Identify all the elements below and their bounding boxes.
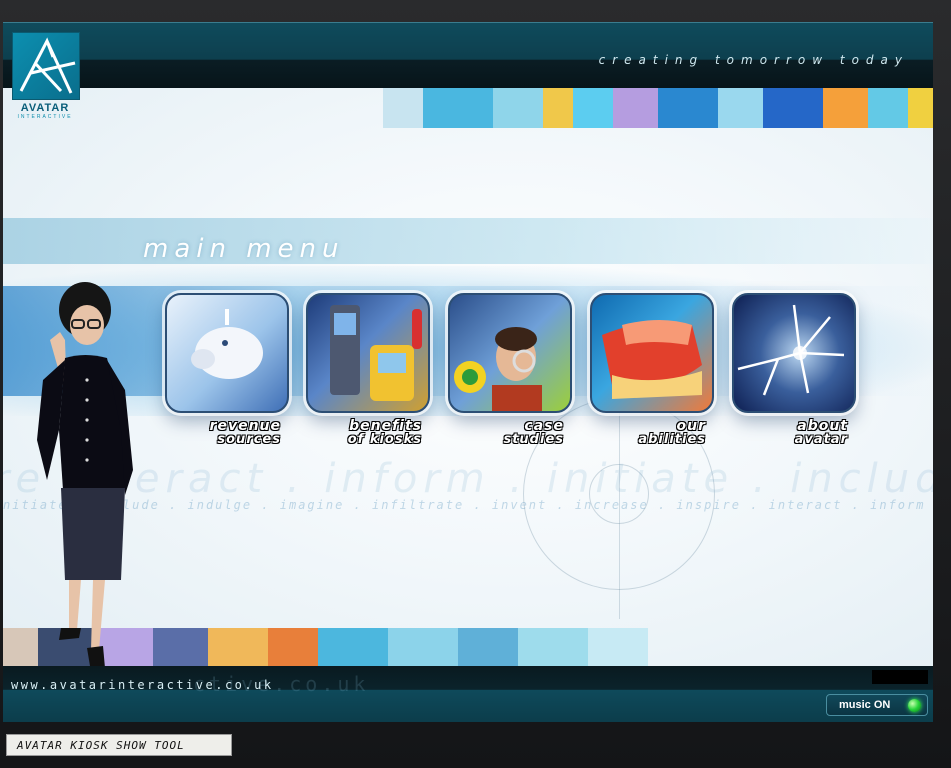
hand-icon: [590, 293, 714, 413]
logo-mark-icon: [12, 32, 80, 100]
footer-black-box: [872, 670, 928, 684]
tagline: creating tomorrow today: [598, 53, 909, 67]
menu-case-studies[interactable]: case studies: [448, 293, 574, 453]
app-name-label: AVATAR KIOSK SHOW TOOL: [6, 734, 232, 756]
music-toggle-button[interactable]: music ON: [826, 694, 928, 716]
logo-subtitle: INTERACTIVE: [17, 114, 73, 120]
kiosk-icon: [306, 293, 430, 413]
logo-name: AVATAR: [20, 102, 70, 114]
avatar-logo[interactable]: AVATAR INTERACTIVE: [10, 32, 80, 128]
cracked-glass-icon: [732, 293, 856, 413]
presenter-figure: [37, 282, 133, 666]
main-stage: main menu re interact . inform . initiat…: [3, 88, 933, 666]
music-label: music ON: [839, 699, 891, 711]
menu-benefits-of-kiosks[interactable]: benefits of kiosks: [306, 293, 432, 453]
menu-label: benefits of kiosks: [347, 418, 422, 447]
footer-bar: ctive.co.uk www.avatarinteractive.co.uk: [3, 666, 933, 722]
website-url: www.avatarinteractive.co.uk: [11, 678, 274, 692]
magnifier-person-icon: [448, 293, 572, 413]
menu-label: about avatar: [794, 418, 848, 447]
piggy-bank-icon: [165, 293, 289, 413]
menu-label: case studies: [503, 418, 564, 447]
menu-revenue-sources[interactable]: revenue sources: [165, 293, 291, 453]
page-title: main menu: [143, 234, 345, 264]
menu-about-avatar[interactable]: about avatar: [732, 293, 858, 453]
menu-our-abilities[interactable]: our abilities: [590, 293, 716, 453]
music-led-icon: [908, 699, 921, 712]
menu-label: our abilities: [638, 418, 706, 447]
header-bar: creating tomorrow today: [3, 22, 933, 89]
menu-label: revenue sources: [209, 418, 281, 447]
photo-strip-top: [383, 88, 933, 128]
